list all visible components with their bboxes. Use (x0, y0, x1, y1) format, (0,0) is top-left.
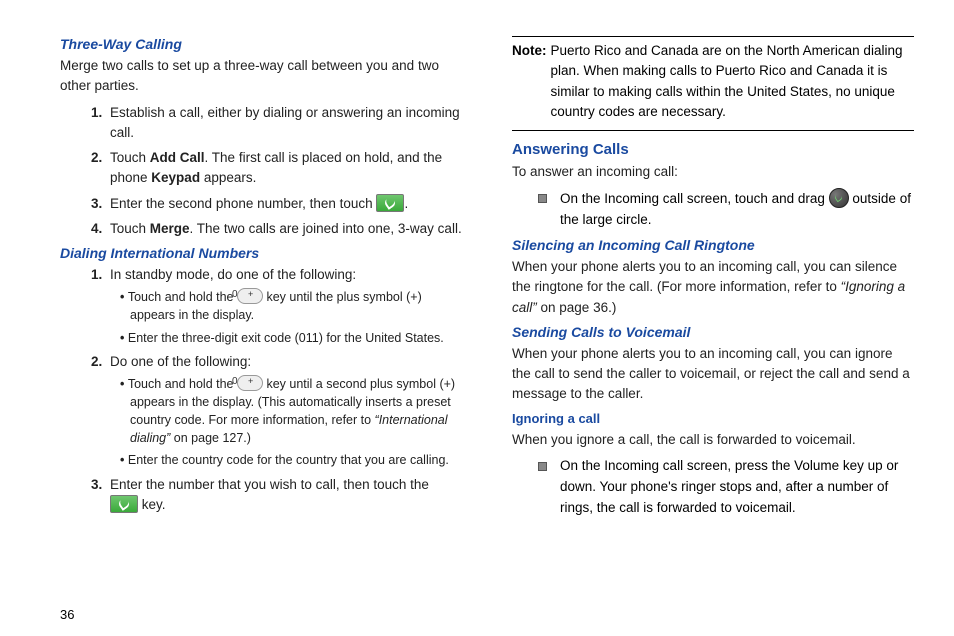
step-4: Touch Merge. The two calls are joined in… (106, 219, 462, 239)
list-item: On the Incoming call screen, touch and d… (556, 188, 914, 231)
text: When your phone alerts you to an incomin… (512, 259, 897, 294)
heading-three-way: Three-Way Calling (60, 36, 462, 52)
text: Do one of the following: (110, 354, 251, 369)
three-way-intro: Merge two calls to set up a three-way ca… (60, 56, 462, 97)
list-item: On the Incoming call screen, press the V… (556, 456, 914, 519)
intl-step-1: In standby mode, do one of the following… (106, 265, 462, 347)
ignore-list: On the Incoming call screen, press the V… (512, 456, 914, 519)
text: Enter the number that you wish to call, … (110, 477, 429, 492)
manual-page: Three-Way Calling Merge two calls to set… (0, 0, 954, 636)
text: Enter the second phone number, then touc… (110, 196, 376, 211)
note-body: Puerto Rico and Canada are on the North … (551, 41, 915, 122)
sub-item: Enter the three-digit exit code (011) fo… (120, 329, 462, 347)
call-icon (110, 495, 138, 513)
sub-item: Enter the country code for the country t… (120, 451, 462, 469)
step-3: Enter the second phone number, then touc… (106, 194, 462, 214)
answer-intro: To answer an incoming call: (512, 162, 914, 182)
label-merge: Merge (150, 221, 190, 236)
text: . (404, 196, 408, 211)
right-column: Note: Puerto Rico and Canada are on the … (512, 30, 914, 626)
text: on page 127.) (170, 431, 251, 445)
step-1: Establish a call, either by dialing or a… (106, 103, 462, 144)
text: Touch (110, 150, 150, 165)
text: Touch and hold the (128, 290, 237, 304)
text: On the Incoming call screen, touch and d… (560, 191, 829, 206)
intl-step2-sub: Touch and hold the key until a second pl… (110, 375, 462, 470)
zero-plus-key-icon (237, 288, 263, 304)
three-way-steps: Establish a call, either by dialing or a… (60, 103, 462, 240)
label-keypad: Keypad (151, 170, 200, 185)
sub-item: Touch and hold the key until the plus sy… (120, 288, 462, 324)
heading-intl: Dialing International Numbers (60, 245, 462, 261)
intl-step-3: Enter the number that you wish to call, … (106, 475, 462, 516)
text: In standby mode, do one of the following… (110, 267, 356, 282)
intl-steps: In standby mode, do one of the following… (60, 265, 462, 515)
silence-body: When your phone alerts you to an incomin… (512, 257, 914, 318)
intl-step-2: Do one of the following: Touch and hold … (106, 352, 462, 470)
intl-step1-sub: Touch and hold the key until the plus sy… (110, 288, 462, 346)
step-2: Touch Add Call. The first call is placed… (106, 148, 462, 189)
text: on page 36.) (537, 300, 617, 315)
text: . The two calls are joined into one, 3-w… (190, 221, 462, 236)
note-label: Note: (512, 41, 551, 122)
heading-ignore: Ignoring a call (512, 411, 914, 426)
text: key. (138, 497, 166, 512)
call-icon (376, 194, 404, 212)
text: Touch (110, 221, 150, 236)
left-column: Three-Way Calling Merge two calls to set… (60, 30, 462, 626)
heading-answering: Answering Calls (512, 141, 914, 158)
voicemail-body: When your phone alerts you to an incomin… (512, 344, 914, 405)
note-block: Note: Puerto Rico and Canada are on the … (512, 36, 914, 131)
answer-drag-icon (829, 188, 849, 208)
sub-item: Touch and hold the key until a second pl… (120, 375, 462, 448)
answer-list: On the Incoming call screen, touch and d… (512, 188, 914, 231)
heading-silence: Silencing an Incoming Call Ringtone (512, 237, 914, 253)
heading-voicemail: Sending Calls to Voicemail (512, 324, 914, 340)
text: appears. (200, 170, 256, 185)
ignore-body: When you ignore a call, the call is forw… (512, 430, 914, 450)
label-add-call: Add Call (150, 150, 205, 165)
zero-plus-key-icon (237, 375, 263, 391)
page-number: 36 (60, 607, 74, 622)
text: Touch and hold the (128, 377, 237, 391)
